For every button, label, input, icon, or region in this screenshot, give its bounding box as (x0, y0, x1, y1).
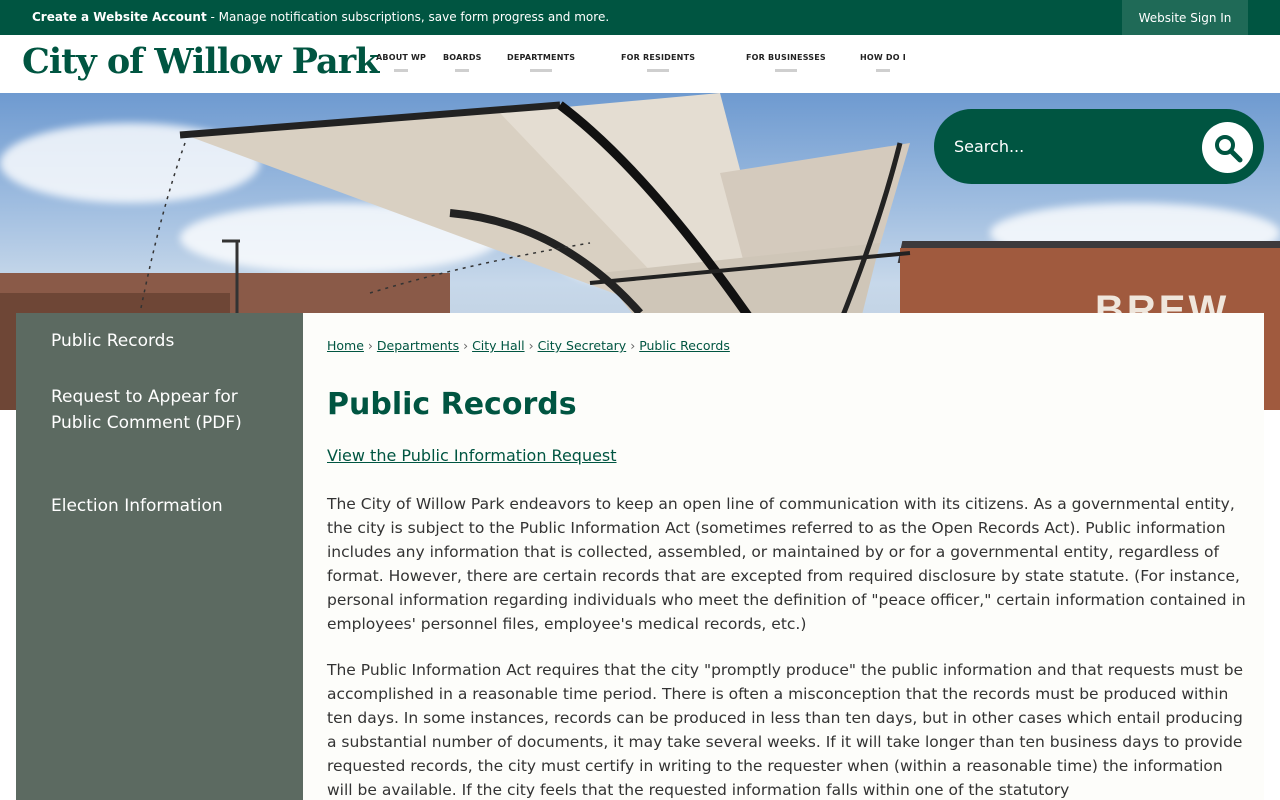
nav-label: FOR RESIDENTS (621, 53, 696, 62)
nav-label: BOARDS (443, 53, 482, 62)
nav-label: DEPARTMENTS (507, 53, 576, 62)
sidebar-item-public-records[interactable]: Public Records (51, 328, 251, 354)
nav-indicator (875, 69, 890, 72)
body-paragraph: The City of Willow Park endeavors to kee… (327, 495, 1246, 633)
site-header: City of Willow Park ABOUT WP BOARDS DEPA… (0, 35, 1280, 93)
breadcrumb-public-records[interactable]: Public Records (639, 338, 730, 353)
search-input[interactable]: Search... (954, 137, 1024, 156)
sidebar-nav: Public Records Request to Appear for Pub… (16, 313, 303, 800)
public-information-request-link[interactable]: View the Public Information Request (327, 446, 617, 465)
search-button[interactable] (1202, 122, 1253, 173)
page-title: Public Records (327, 387, 577, 422)
nav-for-residents[interactable]: FOR RESIDENTS (621, 53, 696, 72)
nav-indicator (647, 69, 670, 72)
nav-departments[interactable]: DEPARTMENTS (507, 53, 576, 72)
site-search: Search... (934, 109, 1264, 184)
nav-indicator (394, 69, 409, 72)
nav-label: ABOUT WP (376, 53, 427, 62)
breadcrumb-city-hall[interactable]: City Hall (472, 338, 524, 353)
breadcrumb-departments[interactable]: Departments (377, 338, 459, 353)
account-notice[interactable]: Create a Website Account - Manage notifi… (32, 10, 609, 24)
breadcrumb: Home › Departments › City Hall › City Secretar… (327, 338, 730, 353)
sidebar-item-election-information[interactable]: Election Information (51, 493, 251, 519)
breadcrumb-home[interactable]: Home (327, 338, 364, 353)
search-icon (1215, 135, 1243, 163)
body-paragraph: The Public Information Act requires that… (327, 661, 1244, 799)
create-account-link[interactable]: Create a Website Account (32, 10, 207, 24)
sidebar-item-request-to-appear[interactable]: Request to Appear for Public Comment (PD… (51, 384, 251, 436)
site-logo[interactable]: City of Willow Park (22, 41, 379, 82)
breadcrumb-separator: › (528, 338, 534, 353)
main-content: Home › Departments › City Hall › City Secretar… (303, 313, 1264, 800)
nav-about-wp[interactable]: ABOUT WP (376, 53, 427, 72)
nav-indicator (530, 69, 553, 72)
nav-label: FOR BUSINESSES (746, 53, 826, 62)
breadcrumb-city-secretary[interactable]: City Secretary (538, 338, 627, 353)
account-notice-text: - Manage notification subscriptions, sav… (206, 10, 610, 24)
nav-how-do-i[interactable]: HOW DO I (860, 53, 906, 72)
breadcrumb-separator: › (463, 338, 469, 353)
breadcrumb-separator: › (630, 338, 636, 353)
website-sign-in-button[interactable]: Website Sign In (1122, 0, 1248, 35)
top-notice-bar: Create a Website Account - Manage notifi… (0, 0, 1280, 35)
nav-boards[interactable]: BOARDS (443, 53, 482, 72)
nav-for-businesses[interactable]: FOR BUSINESSES (746, 53, 826, 72)
breadcrumb-separator: › (367, 338, 373, 353)
nav-label: HOW DO I (860, 53, 906, 62)
nav-indicator (455, 69, 470, 72)
nav-indicator (774, 69, 797, 72)
